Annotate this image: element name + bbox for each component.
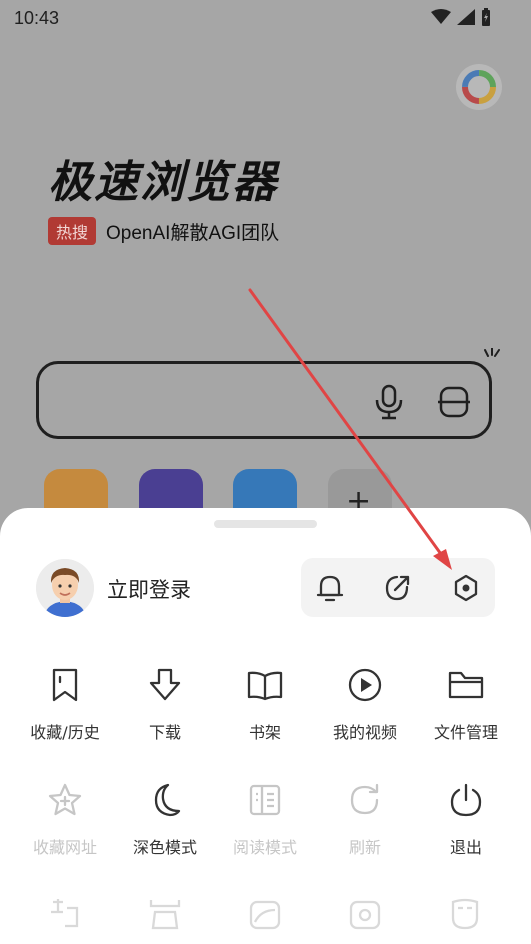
download-icon — [149, 668, 181, 701]
menu-item-dark-mode[interactable]: 深色模式 — [115, 780, 215, 858]
menu-item-file-manager[interactable]: 文件管理 — [416, 665, 516, 743]
share-icon[interactable] — [382, 572, 414, 604]
status-time: 10:43 — [14, 8, 60, 28]
menu-item-label: 收藏/历史 — [30, 723, 100, 742]
reader-icon — [249, 784, 281, 816]
translate-icon[interactable] — [47, 896, 83, 936]
menu-item-label: 刷新 — [348, 838, 381, 857]
swirl-logo-icon — [462, 70, 496, 104]
menu-item-download[interactable]: 下载 — [115, 665, 215, 743]
book-icon — [247, 671, 283, 701]
incognito-icon[interactable] — [447, 896, 483, 936]
menu-item-refresh[interactable]: 刷新 — [315, 780, 415, 858]
hot-search-row[interactable]: 热搜 OpenAI解散AGI团队 — [48, 217, 279, 245]
menu-item-label: 下载 — [148, 723, 181, 742]
moon-icon — [154, 783, 181, 817]
sheet-drag-handle[interactable] — [214, 520, 317, 528]
status-bar: 10:43 — [0, 0, 531, 36]
settings-icon[interactable] — [450, 572, 482, 604]
search-input[interactable] — [36, 361, 492, 439]
menu-item-reading-mode[interactable]: 阅读模式 — [215, 780, 315, 858]
folder-icon — [448, 671, 484, 699]
menu-item-bookmark-url[interactable]: 收藏网址 — [15, 780, 115, 858]
menu-item-label: 文件管理 — [433, 723, 498, 742]
menu-item-label: 退出 — [449, 838, 482, 857]
battery-icon — [481, 8, 491, 26]
menu-item-label: 深色模式 — [132, 838, 197, 857]
hot-badge: 热搜 — [48, 217, 97, 245]
app-logo-button[interactable] — [456, 64, 502, 110]
screenshot-icon[interactable] — [347, 896, 383, 936]
bell-icon[interactable] — [314, 572, 346, 604]
menu-item-label: 我的视频 — [332, 723, 397, 742]
avatar[interactable] — [36, 559, 94, 617]
microphone-icon[interactable] — [372, 384, 406, 424]
sparkle-icon — [482, 347, 502, 368]
scan-icon[interactable] — [437, 384, 471, 424]
menu-item-bookshelf[interactable]: 书架 — [215, 665, 315, 743]
brand-title: 极速浏览器 — [48, 157, 278, 208]
signal-icon — [457, 9, 475, 25]
no-image-icon[interactable] — [247, 896, 283, 936]
menu-item-label: 收藏网址 — [32, 838, 97, 857]
menu-item-exit[interactable]: 退出 — [416, 780, 516, 858]
wifi-icon — [431, 9, 451, 25]
star-add-icon — [48, 783, 82, 816]
login-button[interactable]: 立即登录 — [107, 574, 191, 604]
toolbox-icon[interactable] — [147, 896, 183, 936]
power-icon — [450, 783, 482, 817]
menu-item-bookmarks-history[interactable]: 收藏/历史 — [15, 665, 115, 743]
menu-item-label: 阅读模式 — [232, 838, 297, 857]
play-icon — [348, 668, 382, 702]
hot-search-text[interactable]: OpenAI解散AGI团队 — [106, 218, 279, 245]
refresh-icon — [350, 783, 379, 815]
bookmark-icon — [52, 668, 78, 702]
menu-item-label: 书架 — [248, 723, 281, 742]
menu-item-my-videos[interactable]: 我的视频 — [315, 665, 415, 743]
